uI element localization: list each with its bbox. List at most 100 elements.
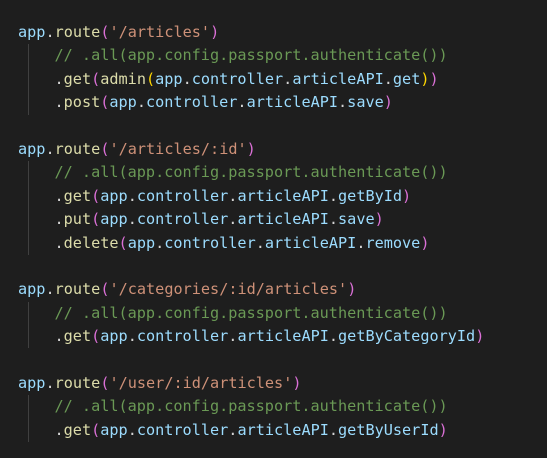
code-token-comment: // .all(app.config.passport.authenticate… [54, 397, 448, 416]
code-token-paren1: ) [292, 373, 302, 392]
code-line[interactable]: app.route('/user/:id/articles') [18, 372, 484, 395]
code-token-ident: getById [338, 186, 403, 205]
code-token-punct: . [54, 327, 64, 346]
code-token-punct: . [328, 210, 339, 229]
code-token-func: admin [100, 69, 146, 88]
indent-guide [28, 44, 29, 68]
code-token-ident: articleAPI [237, 210, 329, 229]
indent-guide [28, 161, 29, 185]
code-token-punct: . [155, 233, 165, 252]
code-line[interactable]: .put(app.controller.articleAPI.save) [18, 208, 484, 232]
code-token-str: '/articles' [109, 23, 211, 41]
code-line[interactable]: .get(app.controller.articleAPI.getByCate… [18, 325, 485, 349]
code-token-paren1: ( [91, 210, 101, 229]
code-token-paren2: ( [145, 69, 156, 88]
code-token-paren1: ( [91, 186, 101, 205]
code-line[interactable]: .post(app.controller.articleAPI.save) [18, 91, 484, 115]
code-token-punct: . [328, 327, 339, 346]
code-token-punct: . [54, 186, 64, 205]
code-token-ident: getByUserId [338, 420, 439, 439]
code-token-punct: . [127, 210, 137, 229]
code-token-paren1: ) [383, 93, 393, 112]
code-token-func: get [63, 69, 92, 88]
code-token-ident: app [155, 69, 183, 88]
code-token-paren2: ) [420, 69, 430, 88]
code-token-punct: . [45, 139, 55, 158]
code-line[interactable]: .get(app.controller.articleAPI.getById) [18, 184, 484, 209]
code-token-ident: app [127, 233, 156, 252]
indent-guide [28, 208, 29, 232]
code-token-punct: . [255, 233, 265, 252]
code-token-paren1: ) [429, 69, 439, 88]
code-token-str: '/user/:id/articles' [109, 373, 293, 392]
code-token-punct: . [54, 69, 64, 88]
code-token-punct: . [45, 280, 55, 299]
code-line[interactable]: .get(admin(app.controller.articleAPI.get… [18, 67, 484, 92]
indent-guide [28, 91, 29, 115]
code-token-str: '/categories/:id/articles' [109, 280, 348, 299]
code-block[interactable]: app.route('/articles')// .all(app.config… [18, 21, 485, 443]
code-token-func: get [63, 420, 92, 439]
code-token-ident: app [18, 373, 46, 392]
code-token-paren1: ) [402, 186, 412, 205]
code-token-func: get [63, 186, 92, 205]
code-token-ident: controller [136, 186, 229, 205]
code-token-str: '/articles/:id' [109, 139, 247, 158]
code-line[interactable]: .get(app.controller.articleAPI.getByUser… [18, 418, 484, 443]
code-token-comment: // .all(app.config.passport.authenticate… [54, 46, 448, 65]
code-editor[interactable]: app.route('/articles')// .all(app.config… [0, 0, 547, 458]
code-token-punct: . [45, 23, 55, 41]
code-token-ident: remove [365, 233, 421, 252]
code-token-paren1: ) [420, 233, 430, 252]
code-token-paren1: ) [347, 280, 357, 299]
code-token-ident: articleAPI [246, 93, 339, 112]
code-token-paren1: ( [91, 69, 101, 88]
code-token-punct: . [127, 327, 137, 346]
code-line[interactable]: // .all(app.config.passport.authenticate… [18, 395, 484, 419]
code-token-comment: // .all(app.config.passport.authenticate… [54, 163, 448, 182]
code-token-func: post [63, 93, 101, 112]
indent-guide [28, 395, 29, 419]
code-line[interactable] [18, 115, 484, 138]
code-token-ident: articleAPI [237, 327, 329, 346]
code-token-ident: save [338, 210, 375, 229]
code-token-ident: controller [164, 233, 256, 252]
code-token-func: route [54, 139, 101, 158]
code-token-ident: getByCategoryId [338, 327, 476, 346]
code-line[interactable] [18, 348, 484, 371]
code-token-func: delete [63, 233, 119, 252]
code-token-punct: . [237, 93, 247, 112]
code-token-punct: . [54, 210, 64, 229]
code-line[interactable]: .delete(app.controller.articleAPI.remove… [18, 231, 484, 255]
code-token-ident: app [18, 280, 46, 299]
code-line[interactable]: // .all(app.config.passport.authenticate… [18, 301, 484, 326]
code-token-punct: . [54, 93, 64, 112]
code-token-ident: articleAPI [237, 186, 329, 205]
code-line[interactable]: app.route('/articles') [18, 21, 484, 44]
code-token-punct: . [338, 93, 348, 112]
code-token-ident: app [109, 93, 137, 112]
code-token-punct: . [45, 373, 55, 392]
code-token-ident: articleAPI [292, 69, 384, 88]
code-token-paren1: ) [374, 210, 384, 229]
code-token-paren1: ) [475, 327, 485, 346]
code-token-ident: controller [136, 327, 229, 346]
code-token-punct: . [182, 69, 192, 88]
code-line[interactable]: app.route('/categories/:id/articles') [18, 278, 484, 301]
code-token-ident: controller [136, 420, 229, 439]
code-token-func: route [54, 280, 101, 299]
code-line[interactable]: // .all(app.config.passport.authenticate… [18, 44, 484, 68]
code-line[interactable] [18, 255, 484, 278]
code-token-ident: controller [145, 93, 238, 112]
code-token-func: get [63, 327, 92, 346]
code-token-paren1: ) [210, 23, 220, 41]
code-line[interactable]: app.route('/articles/:id') [18, 138, 484, 161]
code-token-punct: . [54, 420, 64, 439]
code-token-paren1: ) [246, 139, 256, 158]
code-token-punct: . [283, 69, 293, 88]
code-token-comment: // .all(app.config.passport.authenticate… [54, 303, 448, 322]
code-token-func: put [63, 210, 92, 229]
code-line[interactable]: // .all(app.config.passport.authenticate… [18, 161, 484, 185]
indent-guide [28, 67, 29, 92]
indent-guide [28, 325, 29, 349]
